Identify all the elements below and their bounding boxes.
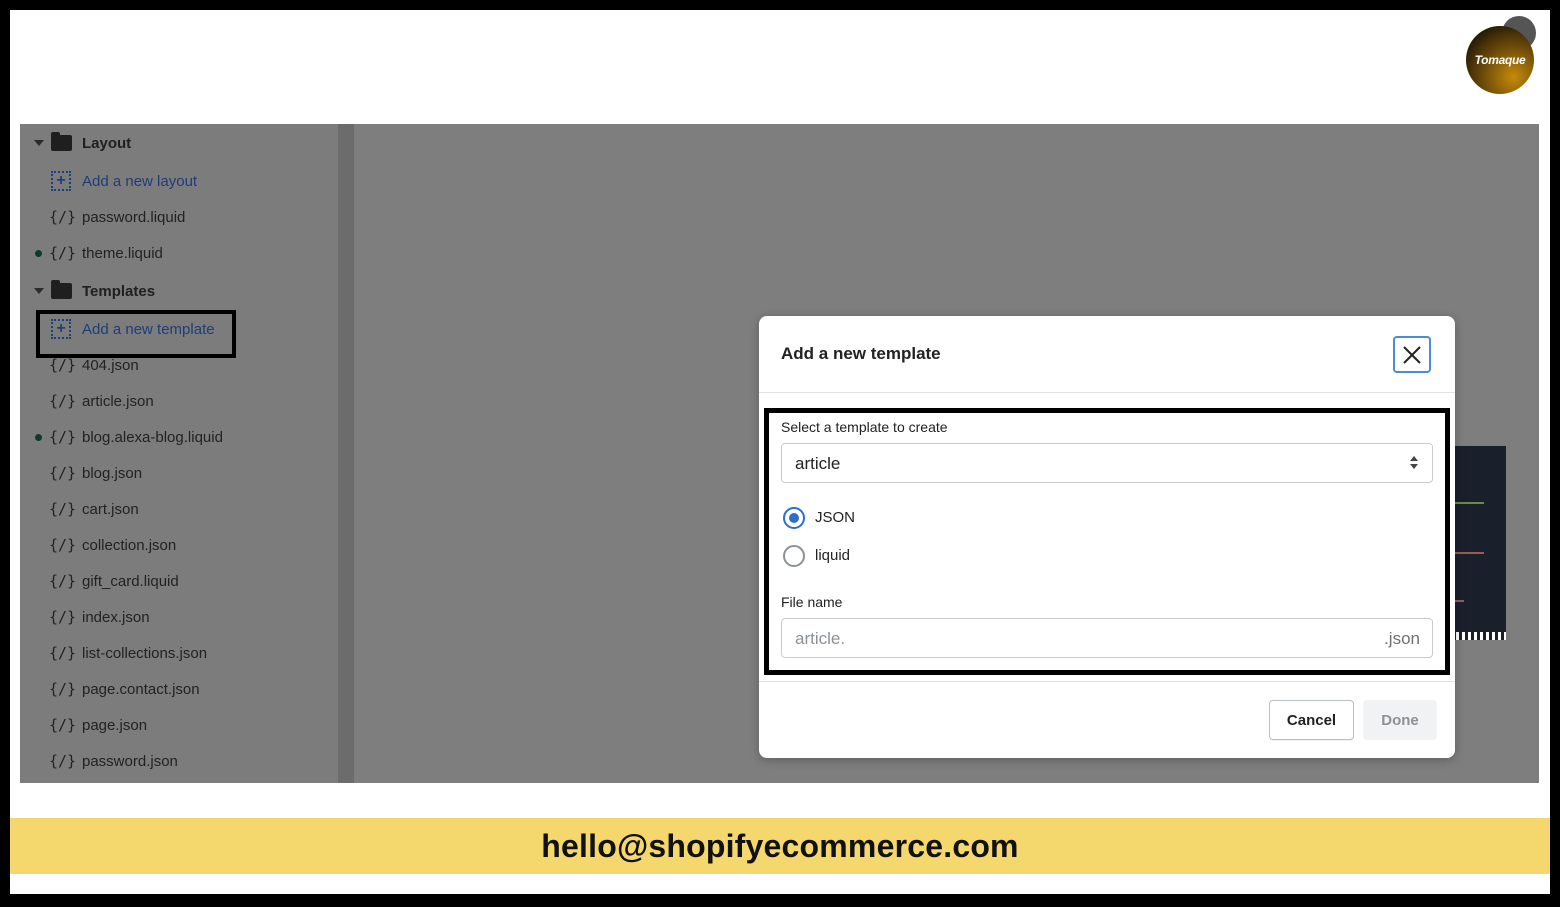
file-label: article.json <box>82 392 154 410</box>
contact-banner: hello@shopifyecommerce.com <box>10 818 1550 874</box>
folder-icon <box>51 280 72 299</box>
page-frame: Tomaque Layout + Add a new layout {/} pa… <box>10 10 1550 894</box>
modal-divider <box>759 681 1455 682</box>
code-file-icon: {/} <box>49 428 77 446</box>
caret-down-icon[interactable] <box>34 140 44 146</box>
theme-editor-screenshot: Layout + Add a new layout {/} password.l… <box>20 124 1539 783</box>
add-template-modal: Add a new template Select a template to … <box>759 316 1455 758</box>
code-file-icon: {/} <box>49 608 77 626</box>
close-icon <box>1403 345 1421 364</box>
add-file-icon: + <box>51 171 71 191</box>
folder-label: Templates <box>82 282 156 300</box>
contact-email[interactable]: hello@shopifyecommerce.com <box>541 828 1018 865</box>
code-file-icon: {/} <box>49 644 77 662</box>
file-label: blog.json <box>82 464 143 482</box>
file-label: page.json <box>82 716 148 734</box>
file-label: password.liquid <box>82 208 186 226</box>
modal-title: Add a new template <box>781 344 941 363</box>
code-file-icon: {/} <box>49 464 77 482</box>
file-label: list-collections.json <box>82 644 208 662</box>
code-file-icon: {/} <box>49 536 77 554</box>
file-tree-sidebar: Layout + Add a new layout {/} password.l… <box>20 124 338 783</box>
file-label: theme.liquid <box>82 244 163 262</box>
modified-dot-icon <box>35 249 42 257</box>
folder-label: Layout <box>82 134 132 152</box>
close-button[interactable] <box>1393 336 1431 373</box>
code-file-icon: {/} <box>49 752 77 770</box>
add-template-highlight-box <box>36 310 236 358</box>
code-file-icon: {/} <box>49 680 77 698</box>
folder-icon <box>51 132 72 151</box>
done-button[interactable]: Done <box>1363 700 1437 740</box>
modified-dot-icon <box>35 433 42 441</box>
code-file-icon: {/} <box>49 356 77 374</box>
code-file-icon: {/} <box>49 500 77 518</box>
code-file-icon: {/} <box>49 208 77 226</box>
cancel-button[interactable]: Cancel <box>1269 700 1354 740</box>
code-file-icon: {/} <box>49 244 77 262</box>
file-label: cart.json <box>82 500 139 518</box>
add-layout-label: Add a new layout <box>82 172 198 190</box>
code-file-icon: {/} <box>49 392 77 410</box>
file-label: 404.json <box>82 356 139 374</box>
file-label: index.json <box>82 608 150 626</box>
file-label: blog.alexa-blog.liquid <box>82 428 223 446</box>
tomaque-logo: Tomaque <box>1466 16 1536 96</box>
form-highlight-box <box>764 408 1450 675</box>
modal-divider <box>759 392 1455 393</box>
file-label: page.contact.json <box>82 680 200 698</box>
code-file-icon: {/} <box>49 716 77 734</box>
file-label: password.json <box>82 752 178 770</box>
sidebar-scrollbar[interactable] <box>338 124 354 783</box>
logo-text: Tomaque <box>1474 53 1526 67</box>
code-file-icon: {/} <box>49 572 77 590</box>
preview-checker-strip <box>1450 632 1506 640</box>
file-label: collection.json <box>82 536 177 554</box>
file-label: gift_card.liquid <box>82 572 179 590</box>
caret-down-icon[interactable] <box>34 288 44 294</box>
